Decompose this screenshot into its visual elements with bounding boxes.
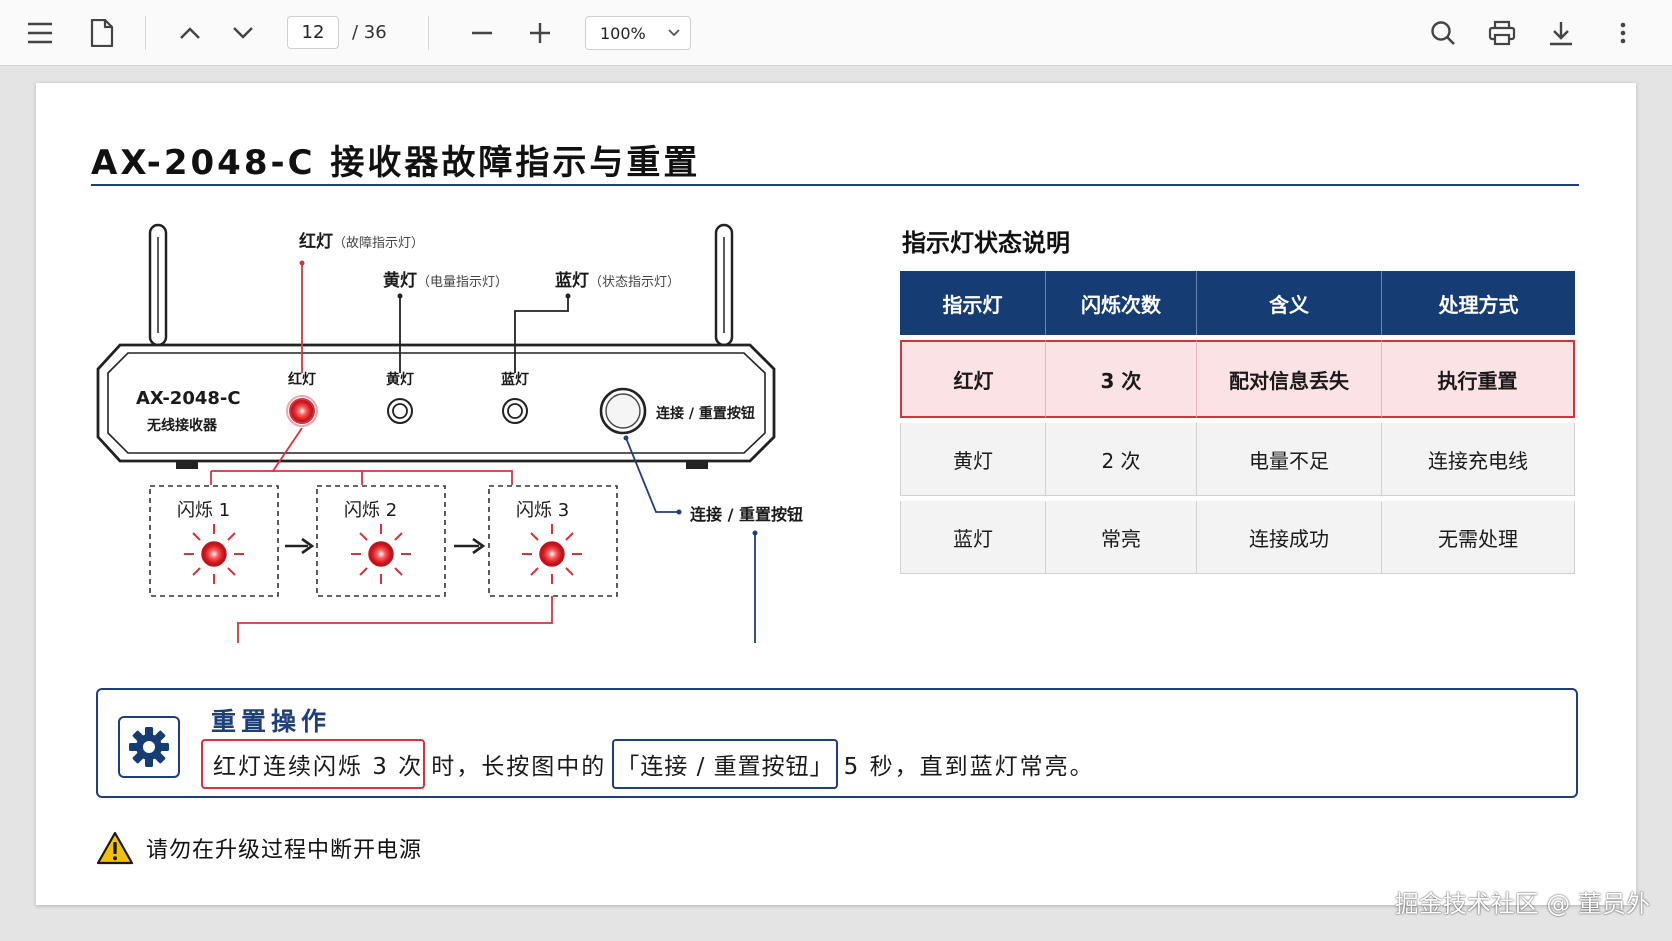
reset-condition-highlight: 红灯连续闪烁 3 次 xyxy=(201,739,426,789)
flash-step-3: 闪烁 3 xyxy=(516,500,570,521)
pdf-toolbar: / 36 100% xyxy=(0,0,1672,66)
flash-step-2: 闪烁 2 xyxy=(344,500,398,521)
reset-instructions-panel: 重置操作 红灯连续闪烁 3 次 时，长按图中的 「连接 / 重置按钮」 5 秒，… xyxy=(96,688,1578,798)
table-cell: 连接成功 xyxy=(1197,501,1382,574)
table-header-cell: 处理方式 xyxy=(1382,271,1575,335)
table-row-blue: 蓝灯 常亮 连接成功 无需处理 xyxy=(900,501,1575,574)
zoom-select[interactable]: 100% xyxy=(585,16,691,50)
button-callout: 连接 / 重置按钮 xyxy=(690,505,803,524)
table-cell: 配对信息丢失 xyxy=(1197,340,1382,418)
device-button-label: 连接 / 重置按钮 xyxy=(656,406,755,422)
table-header-cell: 闪烁次数 xyxy=(1046,271,1197,335)
reset-instruction: 红灯连续闪烁 3 次 时，长按图中的 「连接 / 重置按钮」 5 秒，直到蓝灯常… xyxy=(201,739,1101,789)
document-icon[interactable] xyxy=(83,14,121,52)
blue-led-icon xyxy=(502,398,528,424)
table-heading: 指示灯状态说明 xyxy=(902,229,1070,257)
table-cell: 常亮 xyxy=(1046,501,1197,574)
toolbar-divider xyxy=(428,16,429,50)
watermark: 掘金技术社区 @ 董员外 xyxy=(1394,890,1650,918)
reset-title: 重置操作 xyxy=(211,707,332,736)
table-cell: 电量不足 xyxy=(1197,423,1382,496)
blue-led-callout: 蓝灯（状态指示灯） xyxy=(555,271,681,291)
plus-icon[interactable] xyxy=(521,14,559,52)
yellow-led-label: 黄灯 xyxy=(386,372,414,388)
antenna-right xyxy=(714,223,734,347)
arrow-right-icon xyxy=(285,537,315,555)
yellow-led-callout: 黄灯（电量指示灯） xyxy=(383,271,509,291)
print-icon[interactable] xyxy=(1483,14,1521,52)
reset-text: 5 秒，直到蓝灯常亮。 xyxy=(843,754,1095,780)
minus-icon[interactable] xyxy=(463,14,501,52)
table-cell: 2 次 xyxy=(1046,423,1197,496)
device-model: AX-2048-C xyxy=(136,388,241,409)
receiver-diagram xyxy=(96,223,776,643)
blinking-led-icon xyxy=(184,524,244,584)
more-vertical-icon[interactable] xyxy=(1604,14,1642,52)
table-cell: 无需处理 xyxy=(1382,501,1575,574)
chevron-down-icon xyxy=(668,29,680,37)
toolbar-divider xyxy=(145,16,146,50)
warning-icon xyxy=(96,831,134,865)
table-header-row: 指示灯 闪烁次数 含义 处理方式 xyxy=(900,271,1575,335)
reset-button-icon xyxy=(599,387,647,435)
zoom-value: 100% xyxy=(600,24,646,43)
arrow-right-icon xyxy=(454,537,486,555)
menu-icon[interactable] xyxy=(21,14,59,52)
warning-text: 请勿在升级过程中断开电源 xyxy=(146,838,423,863)
blinking-led-icon xyxy=(522,524,582,584)
pdf-page: AX-2048-C 接收器故障指示与重置 红灯（故障指示灯） 黄灯（电量指示灯）… xyxy=(36,83,1636,905)
table-cell: 蓝灯 xyxy=(900,501,1046,574)
table-cell: 黄灯 xyxy=(900,423,1046,496)
page-total: / 36 xyxy=(352,22,387,43)
red-led-icon xyxy=(289,398,315,424)
table-cell: 执行重置 xyxy=(1382,340,1575,418)
blue-led-label: 蓝灯 xyxy=(501,372,529,388)
table-row-yellow: 黄灯 2 次 电量不足 连接充电线 xyxy=(900,423,1575,496)
table-header-cell: 含义 xyxy=(1197,271,1382,335)
antenna-left xyxy=(148,223,168,347)
flash-step-1: 闪烁 1 xyxy=(177,500,231,521)
indicator-status-table: 指示灯 闪烁次数 含义 处理方式 红灯 3 次 配对信息丢失 执行重置 黄灯 2… xyxy=(900,271,1575,574)
reset-text: 时，长按图中的 xyxy=(431,754,607,780)
warning-note: 请勿在升级过程中断开电源 xyxy=(96,831,422,865)
download-icon[interactable] xyxy=(1542,14,1580,52)
chevron-down-icon[interactable] xyxy=(224,14,262,52)
table-header-cell: 指示灯 xyxy=(900,271,1046,335)
yellow-led-icon xyxy=(387,398,413,424)
search-icon[interactable] xyxy=(1424,14,1462,52)
table-cell: 3 次 xyxy=(1046,340,1197,418)
red-led-callout: 红灯（故障指示灯） xyxy=(299,232,425,252)
table-row-red: 红灯 3 次 配对信息丢失 执行重置 xyxy=(900,340,1575,418)
device-subtitle: 无线接收器 xyxy=(147,418,217,434)
table-cell: 连接充电线 xyxy=(1382,423,1575,496)
red-led-label: 红灯 xyxy=(288,372,316,388)
chevron-up-icon[interactable] xyxy=(171,14,209,52)
reset-button-highlight: 「连接 / 重置按钮」 xyxy=(612,739,838,789)
page-number-input[interactable] xyxy=(287,16,339,49)
table-cell: 红灯 xyxy=(900,340,1046,418)
gear-icon xyxy=(118,716,180,778)
blinking-led-icon xyxy=(351,524,411,584)
